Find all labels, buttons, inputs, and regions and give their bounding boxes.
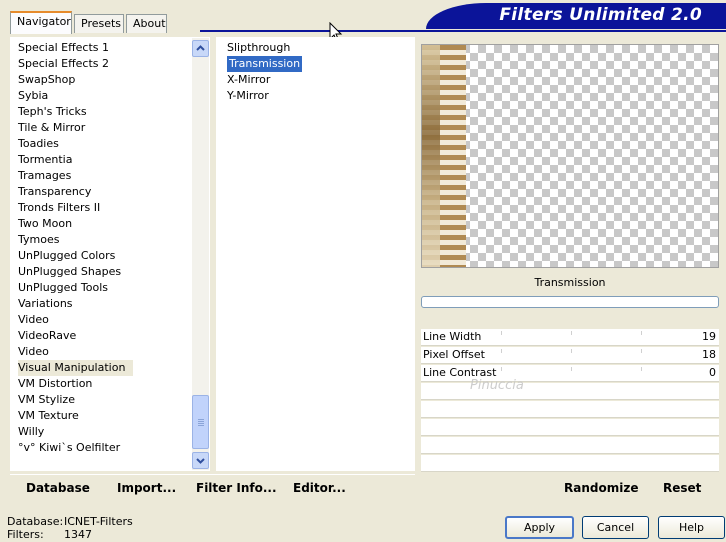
- param-label: Pixel Offset: [423, 348, 485, 361]
- empty-param-row: [421, 455, 719, 472]
- category-item[interactable]: Special Effects 2: [18, 56, 109, 72]
- filter-info-button[interactable]: Filter Info...: [196, 481, 277, 495]
- category-item[interactable]: Transparency: [18, 184, 91, 200]
- status-database: Database: ICNET-Filters: [7, 515, 133, 528]
- category-item[interactable]: Video: [18, 312, 49, 328]
- chevron-down-icon: [196, 458, 205, 464]
- empty-param-row: [421, 437, 719, 454]
- tab-presets[interactable]: Presets: [74, 14, 124, 33]
- category-item[interactable]: Tymoes: [18, 232, 59, 248]
- category-item[interactable]: SwapShop: [18, 72, 75, 88]
- reset-button[interactable]: Reset: [663, 481, 701, 495]
- filter-item[interactable]: X-Mirror: [227, 72, 270, 88]
- filter-item[interactable]: Transmission: [227, 56, 303, 72]
- category-item[interactable]: UnPlugged Shapes: [18, 264, 121, 280]
- category-item[interactable]: Tronds Filters II: [18, 200, 100, 216]
- status-database-label: Database:: [7, 515, 64, 528]
- randomize-button[interactable]: Randomize: [564, 481, 638, 495]
- param-value: 18: [702, 348, 716, 361]
- category-item[interactable]: Toadies: [18, 136, 59, 152]
- database-button[interactable]: Database: [26, 481, 90, 495]
- empty-param-row: [421, 419, 719, 436]
- empty-param-row: [421, 401, 719, 418]
- filter-list[interactable]: Slipthrough Transmission X-Mirror Y-Mirror: [216, 37, 415, 471]
- filter-item[interactable]: Y-Mirror: [227, 88, 269, 104]
- category-item[interactable]: UnPlugged Tools: [18, 280, 108, 296]
- category-item[interactable]: Tramages: [18, 168, 71, 184]
- category-item[interactable]: Tile & Mirror: [18, 120, 85, 136]
- category-item[interactable]: Teph's Tricks: [18, 104, 87, 120]
- category-item[interactable]: VideoRave: [18, 328, 76, 344]
- status-filters-label: Filters:: [7, 528, 44, 541]
- banner-underline: [200, 30, 726, 32]
- apply-button[interactable]: Apply: [505, 516, 574, 539]
- param-value: 19: [702, 330, 716, 343]
- status-filters: Filters: 1347: [7, 528, 92, 541]
- category-item[interactable]: °v° Kiwi`s Oelfilter: [18, 440, 120, 456]
- category-item[interactable]: Sybia: [18, 88, 48, 104]
- category-item[interactable]: Variations: [18, 296, 73, 312]
- category-item[interactable]: Video: [18, 344, 49, 360]
- category-item[interactable]: Two Moon: [18, 216, 72, 232]
- param-label: Line Width: [423, 330, 482, 343]
- scroll-thumb[interactable]: [192, 395, 209, 449]
- empty-param-row: [421, 383, 719, 400]
- param-value: 0: [709, 366, 716, 379]
- category-item[interactable]: UnPlugged Colors: [18, 248, 115, 264]
- help-button[interactable]: Help: [658, 516, 725, 539]
- cancel-button[interactable]: Cancel: [582, 516, 649, 539]
- app-title: Filters Unlimited 2.0: [499, 5, 702, 25]
- category-item[interactable]: Special Effects 1: [18, 40, 109, 56]
- scroll-up-button[interactable]: [192, 40, 209, 57]
- param-slider[interactable]: Line Width 19: [421, 329, 719, 346]
- filter-item[interactable]: Slipthrough: [227, 40, 290, 56]
- category-scrollbar[interactable]: [192, 38, 209, 470]
- category-item[interactable]: VM Texture: [18, 408, 79, 424]
- import-button[interactable]: Import...: [117, 481, 176, 495]
- category-item[interactable]: Tormentia: [18, 152, 72, 168]
- editor-button[interactable]: Editor...: [293, 481, 346, 495]
- category-item[interactable]: Willy: [18, 424, 44, 440]
- status-filters-value: 1347: [64, 528, 92, 541]
- param-slider[interactable]: Line Contrast 0: [421, 365, 719, 382]
- watermark: Pinuccia: [470, 378, 524, 393]
- preview-filter-name: Transmission: [534, 276, 606, 289]
- category-list[interactable]: Special Effects 1 Special Effects 2 SwapSh…: [10, 37, 210, 471]
- scroll-down-button[interactable]: [192, 452, 209, 469]
- category-item[interactable]: VM Stylize: [18, 392, 75, 408]
- chevron-up-icon: [196, 45, 205, 51]
- preview-image: [421, 44, 719, 268]
- category-item[interactable]: VM Distortion: [18, 376, 92, 392]
- status-database-value: ICNET-Filters: [64, 515, 133, 528]
- category-item[interactable]: Visual Manipulation: [18, 360, 134, 376]
- param-slider[interactable]: Pixel Offset 18: [421, 347, 719, 364]
- preview-photo-edge: [422, 45, 440, 267]
- tab-about[interactable]: About: [126, 14, 167, 33]
- tab-navigator[interactable]: Navigator: [10, 11, 72, 34]
- progress-bar: [421, 296, 719, 308]
- app-banner: Filters Unlimited 2.0: [426, 3, 726, 29]
